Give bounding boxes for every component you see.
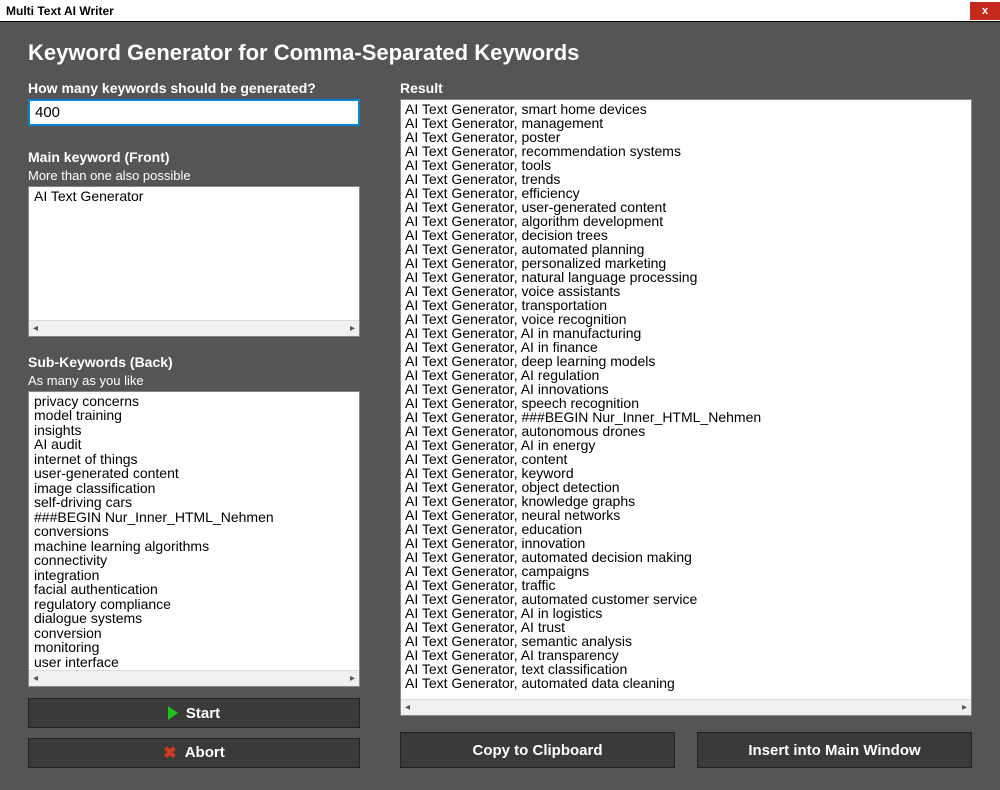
keyword-count-label: How many keywords should be generated?	[28, 80, 360, 96]
copy-clipboard-button[interactable]: Copy to Clipboard	[400, 732, 675, 768]
main-keyword-sublabel: More than one also possible	[28, 168, 360, 183]
sub-keywords-label: Sub-Keywords (Back)	[28, 354, 360, 370]
abort-button[interactable]: ✖ Abort	[28, 738, 360, 768]
main-keyword-textarea[interactable]: AI Text Generator ◂ ▸	[28, 186, 360, 337]
chevron-right-icon[interactable]: ▸	[958, 702, 971, 713]
abort-button-label: Abort	[185, 744, 225, 761]
start-button[interactable]: Start	[28, 698, 360, 728]
horizontal-scrollbar[interactable]: ◂ ▸	[29, 670, 359, 686]
horizontal-scrollbar[interactable]: ◂ ▸	[401, 699, 971, 715]
result-textarea[interactable]: AI Text Generator, smart home devices AI…	[400, 99, 972, 716]
chevron-right-icon[interactable]: ▸	[346, 323, 359, 334]
chevron-left-icon[interactable]: ◂	[401, 702, 414, 713]
window-title: Multi Text AI Writer	[6, 4, 114, 18]
play-icon	[168, 706, 178, 720]
result-label: Result	[400, 80, 972, 96]
chevron-left-icon[interactable]: ◂	[29, 323, 42, 334]
copy-clipboard-label: Copy to Clipboard	[473, 742, 603, 759]
start-button-label: Start	[186, 705, 220, 722]
chevron-left-icon[interactable]: ◂	[29, 673, 42, 684]
page-title: Keyword Generator for Comma-Separated Ke…	[28, 40, 360, 66]
close-x-icon: ✖	[163, 743, 176, 763]
sub-keywords-textarea[interactable]: privacy concerns model training insights…	[28, 391, 360, 687]
horizontal-scrollbar[interactable]: ◂ ▸	[29, 320, 359, 336]
main-keyword-label: Main keyword (Front)	[28, 149, 360, 165]
chevron-right-icon[interactable]: ▸	[346, 673, 359, 684]
keyword-count-input[interactable]	[28, 99, 360, 126]
close-button[interactable]: x	[970, 2, 1000, 20]
close-icon: x	[982, 5, 988, 17]
insert-main-window-button[interactable]: Insert into Main Window	[697, 732, 972, 768]
insert-main-window-label: Insert into Main Window	[748, 742, 920, 759]
titlebar: Multi Text AI Writer x	[0, 0, 1000, 22]
sub-keywords-sublabel: As many as you like	[28, 373, 360, 388]
